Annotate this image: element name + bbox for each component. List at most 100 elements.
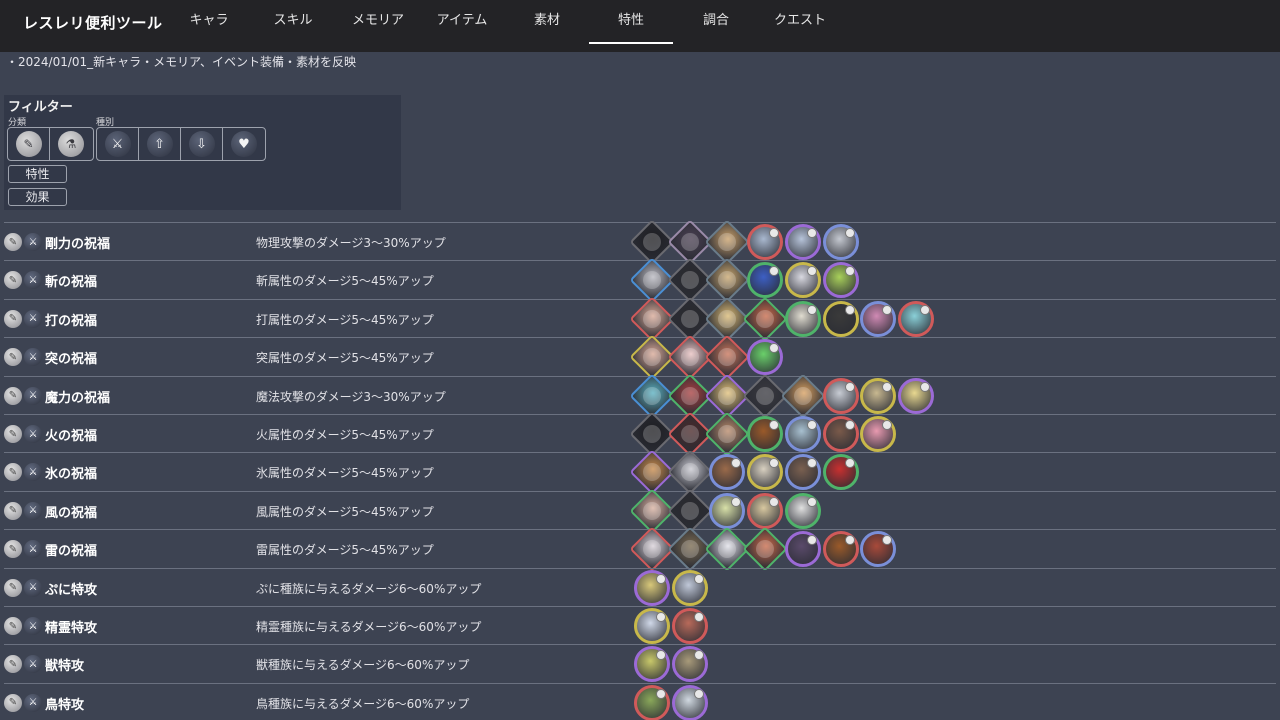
memoria-thumbnail[interactable] [860,531,897,568]
kind-debuff-button[interactable]: ⇩ [181,128,223,160]
memoria-thumbnail[interactable] [822,224,859,260]
memoria-thumbnail[interactable] [784,416,821,452]
trait-name: 魔力の祝福 [45,390,111,406]
character-icon: ✎ [4,233,22,251]
memoria-thumbnail[interactable] [860,416,897,452]
tab-memoria[interactable]: メモリア [336,0,420,44]
character-thumbnail[interactable] [667,449,713,496]
character-thumbnail[interactable] [742,296,788,342]
attack-icon: ⚔ [24,617,42,635]
memoria-thumbnail[interactable] [822,531,859,568]
tab-item[interactable]: アイテム [420,0,504,44]
effect-sort-button[interactable]: 効果 [8,188,67,206]
memoria-thumbnail[interactable] [634,646,670,683]
memoria-thumbnail[interactable] [671,569,708,606]
character-icon: ✎ [4,348,22,367]
trait-description: 風属性のダメージ5〜45%アップ [256,504,434,519]
character-icon: ✎ [4,425,22,443]
memoria-thumbnail[interactable] [747,454,784,491]
memoria-thumbnail[interactable] [634,569,670,606]
memoria-thumbnail[interactable] [784,262,821,299]
kind-heal-button[interactable]: ♥ [223,128,265,160]
app-title[interactable]: レスレリ便利ツール [23,12,163,33]
trait-description: 斬属性のダメージ5〜45%アップ [256,274,434,289]
memoria-thumbnail[interactable] [784,300,821,337]
memoria-thumbnail[interactable] [784,531,821,568]
character-icon: ✎ [4,309,22,328]
attack-icon: ⚔ [24,348,42,367]
character-icon: ✎ [4,693,22,712]
memoria-thumbnail[interactable] [671,608,708,644]
trait-row[interactable]: ✎ ⚔ 突の祝福 突属性のダメージ5〜45%アップ [4,334,1276,380]
trait-row[interactable]: ✎ ⚔ 魔力の祝福 魔法攻撃のダメージ3〜30%アップ [4,372,1276,419]
memoria-thumbnail[interactable] [897,377,934,414]
memoria-thumbnail[interactable] [860,300,897,337]
memoria-thumbnail[interactable] [671,646,708,683]
trait-name: 雷の祝福 [45,544,98,560]
memoria-thumbnail[interactable] [784,454,821,491]
trait-description: 雷属性のダメージ5〜45%アップ [256,543,434,558]
update-notice: ・2024/01/01_新キャラ・メモリア、イベント装備・素材を反映 [6,55,356,69]
memoria-thumbnail[interactable] [671,684,708,720]
trait-sort-button[interactable]: 特性 [8,165,67,183]
memoria-thumbnail[interactable] [747,416,784,452]
memoria-thumbnail[interactable] [784,224,821,260]
filter-title: フィルター [8,100,73,115]
memoria-thumbnail[interactable] [897,300,934,337]
trait-row[interactable]: ✎ ⚔ 雷の祝福 雷属性のダメージ5〜45%アップ [4,526,1276,572]
memoria-thumbnail[interactable] [709,492,746,529]
character-thumbnail[interactable] [704,334,751,380]
memoria-thumbnail[interactable] [822,454,859,491]
tab-trait[interactable]: 特性 [589,0,673,44]
memoria-thumbnail[interactable] [747,262,784,299]
trait-row[interactable]: ✎ ⚔ 火の祝福 火属性のダメージ5〜45%アップ [4,411,1276,457]
trait-description: 突属性のダメージ5〜45%アップ [256,351,434,366]
kind-buff-button[interactable]: ⇧ [139,128,181,160]
tab-skill[interactable]: スキル [251,0,335,44]
memoria-thumbnail[interactable] [634,608,670,644]
trait-name: 氷の祝福 [45,467,98,483]
kind-attack-button[interactable]: ⚔ [97,128,139,160]
character-icon: ✎ [4,386,22,405]
character-thumbnail[interactable] [742,526,788,572]
memoria-thumbnail[interactable] [747,492,784,529]
character-thumbnail[interactable] [704,411,751,457]
memoria-thumbnail[interactable] [747,339,784,376]
tab-quest[interactable]: クエスト [758,0,842,44]
tab-chara[interactable]: キャラ [167,0,251,44]
category-item-button[interactable]: ⚗ [50,128,92,160]
character-thumbnail[interactable] [780,372,826,419]
trait-description: 魔法攻撃のダメージ3〜30%アップ [256,389,446,404]
trait-row[interactable]: ✎ ⚔ 氷の祝福 氷属性のダメージ5〜45%アップ [4,449,1276,496]
trait-row[interactable]: ✎ ⚔ 獣特攻 獣種族に与えるダメージ6〜60%アップ [4,644,1276,683]
memoria-thumbnail[interactable] [747,224,784,260]
memoria-thumbnail[interactable] [822,300,859,337]
trait-name: 獣特攻 [45,659,85,675]
attack-icon: ⚔ [24,655,42,674]
trait-row[interactable]: ✎ ⚔ 斬の祝福 斬属性のダメージ5〜45%アップ [4,257,1276,304]
memoria-thumbnail[interactable] [784,492,821,529]
character-thumbnail[interactable] [704,257,751,304]
category-character-button[interactable]: ✎ [8,128,50,160]
trait-description: 氷属性のダメージ5〜45%アップ [256,466,434,481]
trait-row[interactable]: ✎ ⚔ ぷに特攻 ぷに種族に与えるダメージ6〜60%アップ [4,567,1276,606]
memoria-thumbnail[interactable] [860,377,897,414]
attack-icon: ⚔ [24,271,42,290]
memoria-thumbnail[interactable] [822,416,859,452]
memoria-thumbnail[interactable] [822,377,859,414]
trait-name: 斬の祝福 [45,275,98,291]
memoria-thumbnail[interactable] [822,262,859,299]
trait-row[interactable]: ✎ ⚔ 風の祝福 風属性のダメージ5〜45%アップ [4,488,1276,534]
tab-material[interactable]: 素材 [505,0,589,44]
kind-filter-group: ⚔ ⇧ ⇩ ♥ [96,127,266,161]
memoria-thumbnail[interactable] [709,454,746,491]
memoria-thumbnail[interactable] [634,684,670,720]
attack-icon: ⚔ [104,131,131,157]
tab-synthesis[interactable]: 調合 [674,0,758,44]
trait-row[interactable]: ✎ ⚔ 剛力の祝福 物理攻撃のダメージ3〜30%アップ [4,219,1276,265]
trait-row[interactable]: ✎ ⚔ 鳥特攻 鳥種族に与えるダメージ6〜60%アップ [4,682,1276,720]
trait-name: 剛力の祝福 [45,237,111,252]
trait-row[interactable]: ✎ ⚔ 打の祝福 打属性のダメージ5〜45%アップ [4,296,1276,342]
trait-row[interactable]: ✎ ⚔ 精霊特攻 精霊種族に与えるダメージ6〜60%アップ [4,606,1276,644]
buff-icon: ⇧ [146,131,173,157]
